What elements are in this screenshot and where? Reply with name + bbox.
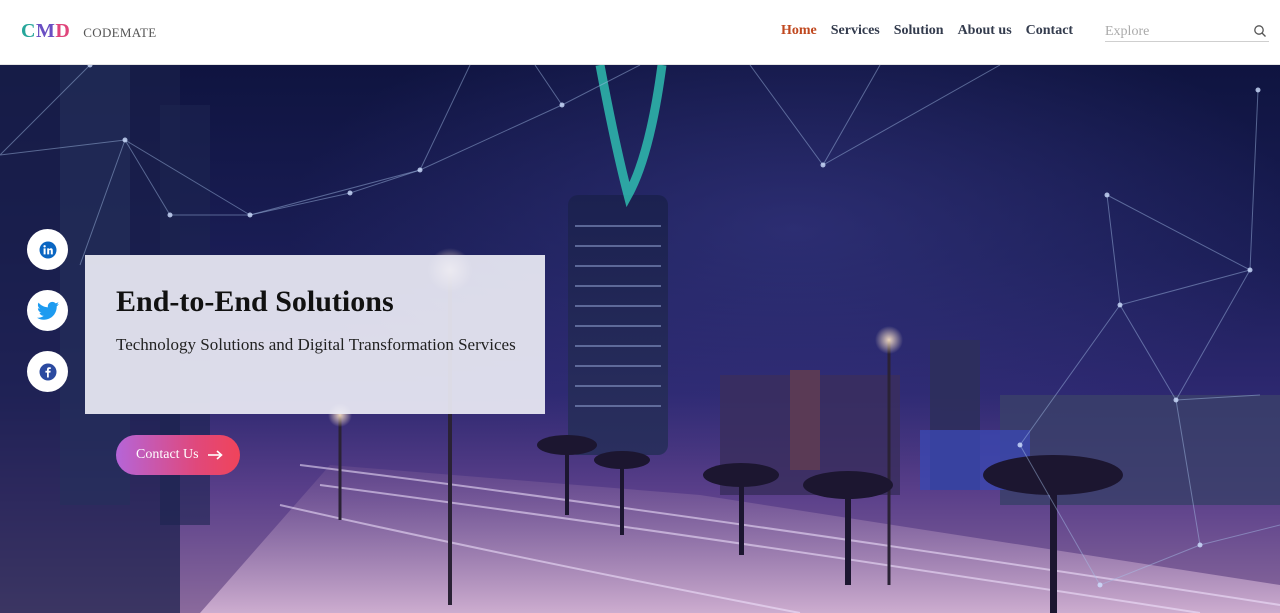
twitter-button[interactable] [27,290,68,331]
hero-subtitle: Technology Solutions and Digital Transfo… [116,335,516,354]
nav-services[interactable]: Services [831,23,880,39]
twitter-icon [36,301,59,320]
nav-about-us[interactable]: About us [958,23,1012,39]
nav-contact[interactable]: Contact [1026,23,1073,39]
nav-home[interactable]: Home [781,23,817,39]
hero-card: End-to-End Solutions Technology Solution… [85,255,545,414]
linkedin-button[interactable] [27,229,68,270]
logo-letter-m: M [35,20,56,42]
site-header: CMD CODEMATE Home Services Solution Abou… [0,0,1280,65]
hero-section: End-to-End Solutions Technology Solution… [0,65,1280,613]
arrow-right-icon [207,450,223,460]
contact-us-button[interactable]: Contact Us [116,435,240,475]
brand-name[interactable]: CODEMATE [83,25,156,41]
nav-solution[interactable]: Solution [894,23,944,39]
hero-title: End-to-End Solutions [116,285,394,318]
contact-us-label: Contact Us [136,447,199,462]
logo-mark[interactable]: CMD [21,20,70,43]
logo-letter-d: D [55,20,71,42]
logo[interactable]: CMD CODEMATE [21,20,156,43]
facebook-icon [39,363,56,380]
logo-letter-c: C [21,20,36,42]
search-input[interactable] [1105,23,1245,41]
search-icon[interactable] [1253,24,1267,38]
linkedin-icon [39,241,56,258]
facebook-button[interactable] [27,351,68,392]
search-box [1105,22,1269,42]
main-nav: Home Services Solution About us Contact [781,23,1073,39]
